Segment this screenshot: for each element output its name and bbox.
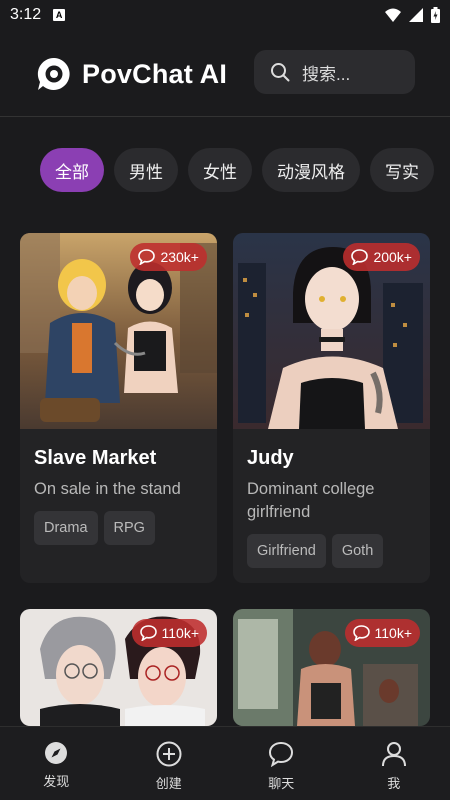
category-filter-bar: 全部 男性 女性 动漫风格 写实 [40, 148, 450, 192]
chat-count-badge: 110k+ [344, 619, 420, 647]
chat-count-text: 110k+ [161, 625, 200, 641]
search-icon [271, 63, 290, 82]
search-placeholder: 搜索... [302, 64, 351, 84]
character-image: 110k+ [233, 609, 430, 726]
logo-group: PovChat AI [36, 56, 227, 92]
nav-profile[interactable]: 我 [338, 727, 450, 800]
status-bar: 3:12 A [0, 0, 450, 30]
chat-bubble-icon [139, 625, 157, 641]
chat-bubble-icon [351, 249, 369, 265]
character-card[interactable]: 230k+ Slave Market On sale in the stand … [20, 233, 217, 583]
status-time: 3:12 [10, 6, 42, 23]
status-icons [385, 7, 440, 23]
search-input[interactable]: 搜索... [254, 50, 415, 94]
character-image: 110k+ [20, 609, 217, 726]
card-title: Judy [247, 447, 294, 469]
plus-circle-icon [156, 741, 182, 767]
nav-label: 发现 [43, 774, 70, 789]
character-card[interactable]: 110k+ [233, 609, 430, 726]
app-title: PovChat AI [82, 58, 228, 89]
card-body: Judy Dominant college girlfriend Girlfri… [233, 429, 430, 582]
character-image: 200k+ [233, 233, 430, 429]
battery-icon [431, 7, 440, 23]
card-body: Slave Market On sale in the stand Drama … [20, 429, 217, 559]
nav-label: 创建 [155, 776, 182, 791]
app-header: PovChat AI 搜索... [0, 48, 450, 100]
nav-label: 聊天 [268, 776, 295, 791]
category-chip-female[interactable]: 女性 [188, 148, 252, 192]
category-chip-all[interactable]: 全部 [40, 148, 104, 192]
nav-discover[interactable]: 发现 [0, 727, 113, 800]
header-divider [0, 116, 450, 117]
category-chip-male[interactable]: 男性 [114, 148, 178, 192]
nav-create[interactable]: 创建 [113, 727, 226, 800]
tag[interactable]: Drama [34, 511, 98, 545]
card-description: On sale in the stand [34, 480, 181, 498]
nav-label: 我 [387, 776, 401, 791]
compass-icon [45, 742, 68, 764]
chat-count-badge: 200k+ [343, 243, 420, 271]
tag-list: Girlfriend Goth [247, 534, 416, 568]
chat-count-text: 230k+ [160, 249, 199, 265]
chat-bubble-icon [269, 741, 294, 767]
chat-count-text: 200k+ [373, 249, 412, 265]
notification-app-icon: A [53, 9, 66, 21]
character-card[interactable]: 200k+ Judy Dominant college girlfriend G… [233, 233, 430, 583]
tag[interactable]: RPG [103, 511, 155, 545]
chat-count-text: 110k+ [374, 625, 413, 641]
card-title: Slave Market [34, 447, 157, 469]
chat-bubble-icon [352, 625, 370, 641]
chat-count-badge: 230k+ [130, 243, 207, 271]
bottom-navigation: 发现 创建 聊天 我 [0, 726, 450, 800]
wifi-icon [385, 8, 401, 22]
card-description: Dominant college girlfriend [247, 480, 375, 521]
tag[interactable]: Girlfriend [247, 534, 326, 568]
nav-chat[interactable]: 聊天 [225, 727, 338, 800]
signal-icon [409, 8, 423, 22]
chat-count-badge: 110k+ [131, 619, 207, 647]
tag-list: Drama RPG [34, 511, 203, 545]
app-logo-icon [37, 57, 70, 90]
category-chip-realistic[interactable]: 写实 [370, 148, 434, 192]
character-image: 230k+ [20, 233, 217, 429]
category-chip-anime[interactable]: 动漫风格 [262, 148, 360, 192]
chat-bubble-icon [138, 249, 156, 265]
user-icon [381, 742, 406, 767]
character-card[interactable]: 110k+ [20, 609, 217, 726]
tag[interactable]: Goth [331, 534, 384, 568]
